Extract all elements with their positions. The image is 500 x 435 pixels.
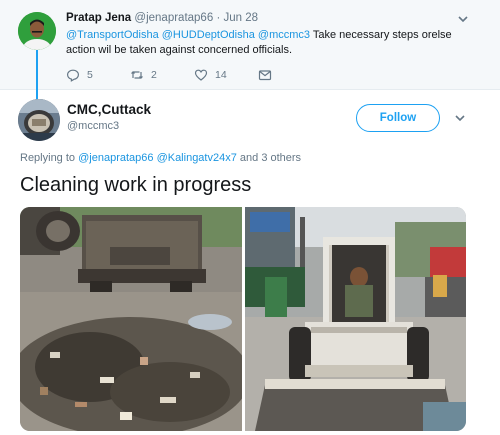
mention-link[interactable]: @HUDDeptOdisha [162, 29, 255, 41]
chevron-down-icon[interactable] [456, 12, 470, 26]
reply-icon [66, 69, 80, 82]
header-separator: · [216, 12, 221, 24]
tweet-text: Cleaning work in progress [20, 174, 252, 196]
like-count: 14 [215, 69, 227, 81]
replying-to-line: Replying to @jenapratap66 @Kalingatv24x7… [20, 152, 301, 164]
author-handle[interactable]: @mccmc3 [67, 120, 119, 132]
tweet-photo[interactable] [245, 207, 466, 431]
reply-button[interactable]: 5 [66, 67, 93, 83]
avatar[interactable] [18, 99, 60, 141]
others-count[interactable]: and 3 others [240, 152, 301, 164]
like-icon [194, 69, 208, 81]
mention-link[interactable]: @mccmc3 [258, 29, 310, 41]
avatar[interactable] [18, 12, 56, 50]
tweet-date[interactable]: Jun 28 [223, 12, 258, 24]
tweet-photo[interactable] [20, 207, 242, 431]
mention-link[interactable]: @Kalingatv24x7 [157, 152, 237, 164]
reply-count: 5 [87, 69, 93, 81]
retweet-icon [131, 71, 143, 79]
like-button[interactable]: 14 [194, 67, 227, 83]
retweet-count: 2 [151, 69, 157, 81]
author-handle[interactable]: @jenapratap66 [134, 12, 213, 24]
thread-connector-line [36, 48, 38, 100]
tweet-text: @TransportOdisha @HUDDeptOdisha @mccmc3 … [66, 28, 476, 58]
direct-message-button[interactable] [258, 67, 279, 83]
parent-tweet[interactable]: Pratap Jena @jenapratap66 · Jun 28 @Tran… [0, 0, 500, 100]
chevron-down-icon[interactable] [453, 111, 467, 125]
replying-to-label: Replying to [20, 152, 76, 164]
author-name[interactable]: CMC,Cuttack [67, 102, 151, 117]
mention-link[interactable]: @jenapratap66 [78, 152, 153, 164]
author-name[interactable]: Pratap Jena [66, 12, 131, 24]
parent-tweet-header: Pratap Jena @jenapratap66 · Jun 28 [66, 12, 258, 24]
follow-button[interactable]: Follow [356, 104, 440, 132]
message-icon [258, 70, 272, 81]
mention-link[interactable]: @TransportOdisha [66, 29, 159, 41]
retweet-button[interactable]: 2 [130, 67, 157, 83]
